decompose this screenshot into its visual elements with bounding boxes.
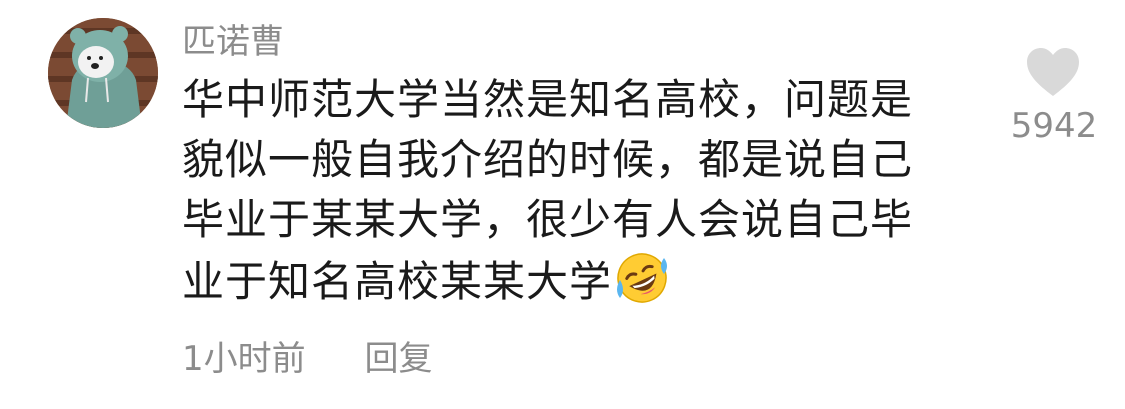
comment-line: 貌似一般自我介绍的时候，都是说自己 [182,135,914,184]
rolling-on-floor-laughing-emoji [617,253,668,303]
avatar[interactable] [48,18,158,128]
like-button[interactable]: 5942 [995,38,1115,148]
comment-line: 业于知名高校某某大学 [182,257,613,306]
username[interactable]: 匹诺曹 [182,20,284,64]
comment-meta: 1小时前 回复 [182,336,432,382]
like-count: 5942 [1010,106,1098,146]
heart-icon [1027,48,1079,96]
comment-text: 华中师范大学当然是知名高校，问题是 貌似一般自我介绍的时候，都是说自己 毕业于某… [182,70,962,310]
timestamp: 1小时前 [182,339,306,379]
bear-avatar-icon [48,18,158,128]
comment-line: 毕业于某某大学，很少有人会说自己毕 [182,195,914,244]
comment-line: 华中师范大学当然是知名高校，问题是 [182,75,914,124]
reply-button[interactable]: 回复 [364,336,432,382]
comment-line-last: 业于知名高校某某大学 [182,250,962,310]
